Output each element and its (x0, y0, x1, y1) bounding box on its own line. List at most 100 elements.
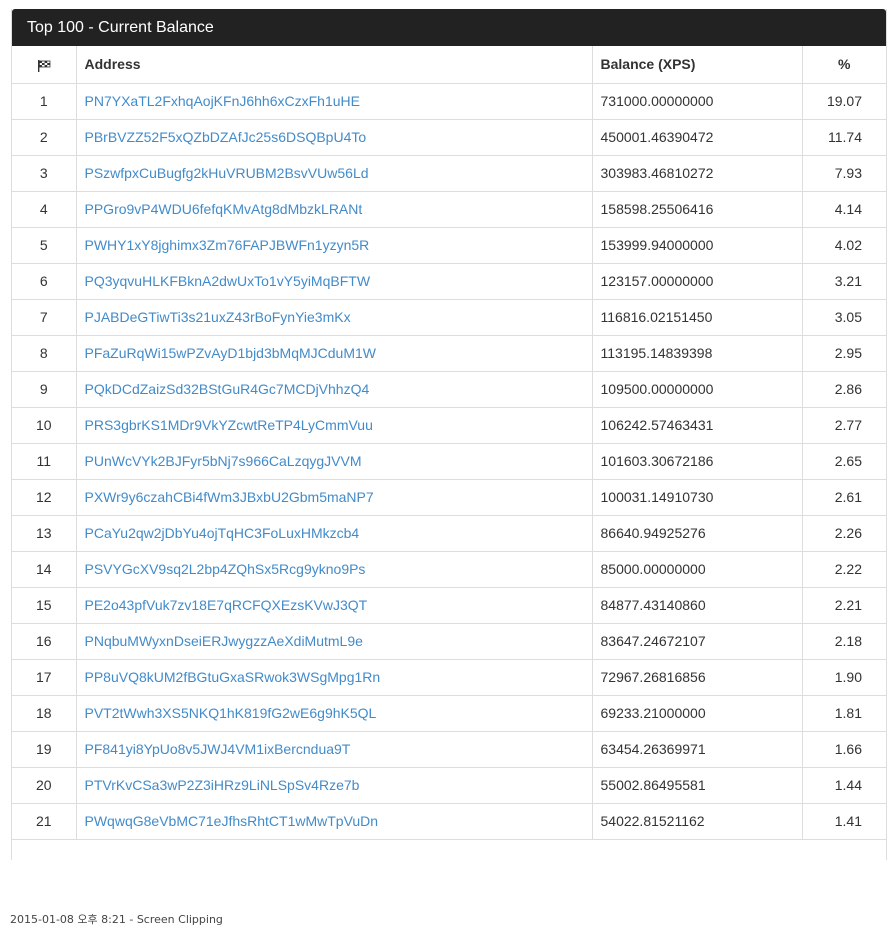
balance-cell: 158598.25506416 (592, 191, 803, 228)
table-row: 11 PUnWcVYk2BJFyr5bNj7s966CaLzqygJVVM 1016… (12, 443, 886, 480)
balance-cell: 85000.00000000 (592, 551, 803, 588)
address-link[interactable]: PE2o43pfVuk7zv18E7qRCFQXEzsKVwJ3QT (85, 597, 368, 613)
address-cell: PE2o43pfVuk7zv18E7qRCFQXEzsKVwJ3QT (76, 587, 593, 624)
table-row: 9 PQkDCdZaizSd32BStGuR4Gc7MCDjVhhzQ4 10950… (12, 371, 886, 408)
balance-cell: 450001.46390472 (592, 119, 803, 156)
table-row: 17 PP8uVQ8kUM2fBGtuGxaSRwok3WSgMpg1Rn 7296… (12, 659, 886, 696)
balance-column-header[interactable]: Balance (XPS) (592, 46, 803, 84)
address-link[interactable]: PP8uVQ8kUM2fBGtuGxaSRwok3WSgMpg1Rn (85, 669, 381, 685)
address-cell: PRS3gbrKS1MDr9VkYZcwtReTP4LyCmmVuu (76, 407, 593, 444)
rank-cell: 4 (12, 191, 77, 228)
balance-cell: 113195.14839398 (592, 335, 803, 372)
address-cell: PF841yi8YpUo8v5JWJ4VM1ixBercndua9T (76, 731, 593, 768)
percent-cell: 19.07 (802, 83, 886, 120)
balance-cell: 69233.21000000 (592, 695, 803, 732)
address-cell: PUnWcVYk2BJFyr5bNj7s966CaLzqygJVVM (76, 443, 593, 480)
rank-cell: 20 (12, 767, 77, 804)
address-link[interactable]: PTVrKvCSa3wP2Z3iHRz9LiNLSpSv4Rze7b (85, 777, 360, 793)
address-link[interactable]: PUnWcVYk2BJFyr5bNj7s966CaLzqygJVVM (85, 453, 362, 469)
balance-cell: 86640.94925276 (592, 515, 803, 552)
percent-cell: 2.77 (802, 407, 886, 444)
balance-table: Address Balance (XPS) % 1 PN7YXaTL2FxhqAo… (12, 46, 886, 840)
address-link[interactable]: PSVYGcXV9sq2L2bp4ZQhSx5Rcg9ykno9Ps (85, 561, 366, 577)
rank-cell: 7 (12, 299, 77, 336)
table-row: 18 PVT2tWwh3XS5NKQ1hK819fG2wE6g9hK5QL 6923… (12, 695, 886, 732)
rank-cell: 1 (12, 83, 77, 120)
balance-cell: 109500.00000000 (592, 371, 803, 408)
balance-cell: 106242.57463431 (592, 407, 803, 444)
balance-cell: 116816.02151450 (592, 299, 803, 336)
table-row: 3 PSzwfpxCuBugfg2kHuVRUBM2BsvVUw56Ld 30398… (12, 155, 886, 192)
rank-cell: 18 (12, 695, 77, 732)
percent-cell: 2.26 (802, 515, 886, 552)
address-link[interactable]: PF841yi8YpUo8v5JWJ4VM1ixBercndua9T (85, 741, 351, 757)
address-link[interactable]: PCaYu2qw2jDbYu4ojTqHC3FoLuxHMkzcb4 (85, 525, 360, 541)
table-row: 6 PQ3yqvuHLKFBknA2dwUxTo1vY5yiMqBFTW 12315… (12, 263, 886, 300)
percent-cell: 1.41 (802, 803, 886, 840)
rank-cell: 11 (12, 443, 77, 480)
address-cell: PCaYu2qw2jDbYu4ojTqHC3FoLuxHMkzcb4 (76, 515, 593, 552)
percent-column-header[interactable]: % (802, 46, 886, 84)
rank-column-header[interactable] (12, 46, 77, 84)
table-row: 1 PN7YXaTL2FxhqAojKFnJ6hh6xCzxFh1uHE 73100… (12, 83, 886, 120)
table-row: 7 PJABDeGTiwTi3s21uxZ43rBoFynYie3mKx 11681… (12, 299, 886, 336)
balance-cell: 84877.43140860 (592, 587, 803, 624)
address-cell: PTVrKvCSa3wP2Z3iHRz9LiNLSpSv4Rze7b (76, 767, 593, 804)
address-cell: PBrBVZZ52F5xQZbDZAfJc25s6DSQBpU4To (76, 119, 593, 156)
address-link[interactable]: PBrBVZZ52F5xQZbDZAfJc25s6DSQBpU4To (85, 129, 367, 145)
address-link[interactable]: PXWr9y6czahCBi4fWm3JBxbU2Gbm5maNP7 (85, 489, 374, 505)
table-row: 14 PSVYGcXV9sq2L2bp4ZQhSx5Rcg9ykno9Ps 8500… (12, 551, 886, 588)
rank-cell: 5 (12, 227, 77, 264)
address-link[interactable]: PVT2tWwh3XS5NKQ1hK819fG2wE6g9hK5QL (85, 705, 377, 721)
address-column-header[interactable]: Address (76, 46, 593, 84)
percent-cell: 2.65 (802, 443, 886, 480)
rank-cell: 21 (12, 803, 77, 840)
balance-cell: 101603.30672186 (592, 443, 803, 480)
address-link[interactable]: PWqwqG8eVbMC71eJfhsRhtCT1wMwTpVuDn (85, 813, 379, 829)
address-link[interactable]: PN7YXaTL2FxhqAojKFnJ6hh6xCzxFh1uHE (85, 93, 360, 109)
percent-cell: 3.21 (802, 263, 886, 300)
address-link[interactable]: PQ3yqvuHLKFBknA2dwUxTo1vY5yiMqBFTW (85, 273, 371, 289)
rank-cell: 14 (12, 551, 77, 588)
address-link[interactable]: PSzwfpxCuBugfg2kHuVRUBM2BsvVUw56Ld (85, 165, 369, 181)
address-cell: PQ3yqvuHLKFBknA2dwUxTo1vY5yiMqBFTW (76, 263, 593, 300)
panel-title: Top 100 - Current Balance (12, 9, 886, 46)
address-link[interactable]: PNqbuMWyxnDseiERJwygzzAeXdiMutmL9e (85, 633, 363, 649)
address-cell: PSVYGcXV9sq2L2bp4ZQhSx5Rcg9ykno9Ps (76, 551, 593, 588)
percent-cell: 3.05 (802, 299, 886, 336)
percent-cell: 4.14 (802, 191, 886, 228)
percent-cell: 2.22 (802, 551, 886, 588)
balance-cell: 72967.26816856 (592, 659, 803, 696)
table-row: 2 PBrBVZZ52F5xQZbDZAfJc25s6DSQBpU4To 45000… (12, 119, 886, 156)
address-cell: PPGro9vP4WDU6fefqKMvAtg8dMbzkLRANt (76, 191, 593, 228)
percent-cell: 2.61 (802, 479, 886, 516)
table-row: 20 PTVrKvCSa3wP2Z3iHRz9LiNLSpSv4Rze7b 5500… (12, 767, 886, 804)
percent-cell: 2.86 (802, 371, 886, 408)
rank-cell: 13 (12, 515, 77, 552)
address-cell: PXWr9y6czahCBi4fWm3JBxbU2Gbm5maNP7 (76, 479, 593, 516)
percent-cell: 2.95 (802, 335, 886, 372)
address-link[interactable]: PJABDeGTiwTi3s21uxZ43rBoFynYie3mKx (85, 309, 351, 325)
rank-cell: 3 (12, 155, 77, 192)
address-cell: PNqbuMWyxnDseiERJwygzzAeXdiMutmL9e (76, 623, 593, 660)
address-cell: PN7YXaTL2FxhqAojKFnJ6hh6xCzxFh1uHE (76, 83, 593, 120)
address-link[interactable]: PPGro9vP4WDU6fefqKMvAtg8dMbzkLRANt (85, 201, 363, 217)
address-link[interactable]: PQkDCdZaizSd32BStGuR4Gc7MCDjVhhzQ4 (85, 381, 370, 397)
rank-cell: 17 (12, 659, 77, 696)
address-cell: PQkDCdZaizSd32BStGuR4Gc7MCDjVhhzQ4 (76, 371, 593, 408)
percent-cell: 2.18 (802, 623, 886, 660)
rank-cell: 12 (12, 479, 77, 516)
table-row: 15 PE2o43pfVuk7zv18E7qRCFQXEzsKVwJ3QT 8487… (12, 587, 886, 624)
balance-cell: 63454.26369971 (592, 731, 803, 768)
table-row: 19 PF841yi8YpUo8v5JWJ4VM1ixBercndua9T 6345… (12, 731, 886, 768)
percent-cell: 2.21 (802, 587, 886, 624)
rank-cell: 6 (12, 263, 77, 300)
address-link[interactable]: PFaZuRqWi15wPZvAyD1bjd3bMqMJCduM1W (85, 345, 377, 361)
table-row: 12 PXWr9y6czahCBi4fWm3JBxbU2Gbm5maNP7 1000… (12, 479, 886, 516)
address-link[interactable]: PWHY1xY8jghimx3Zm76FAPJBWFn1yzyn5R (85, 237, 370, 253)
address-link[interactable]: PRS3gbrKS1MDr9VkYZcwtReTP4LyCmmVuu (85, 417, 373, 433)
rank-cell: 2 (12, 119, 77, 156)
balance-cell: 123157.00000000 (592, 263, 803, 300)
balance-cell: 731000.00000000 (592, 83, 803, 120)
percent-cell: 7.93 (802, 155, 886, 192)
